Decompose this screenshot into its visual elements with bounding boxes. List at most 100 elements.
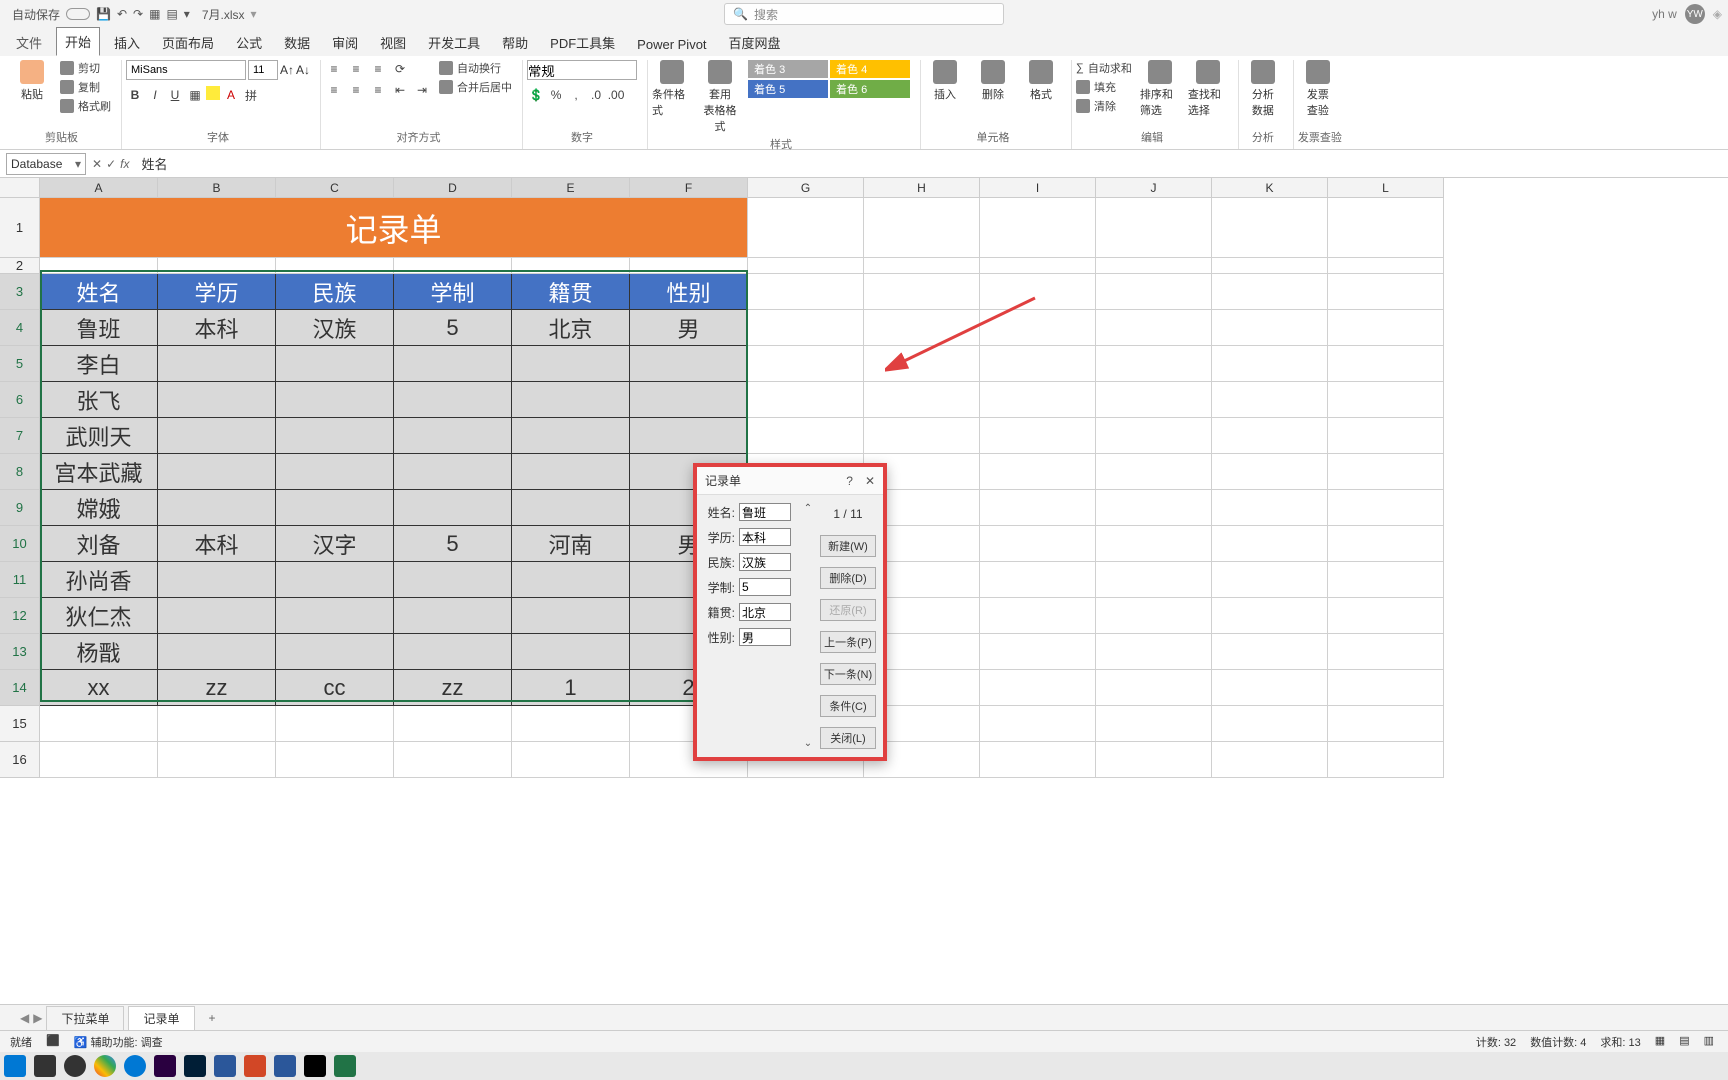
data-cell[interactable]: [394, 490, 512, 526]
cell[interactable]: [980, 526, 1096, 562]
form-input[interactable]: [739, 603, 791, 621]
cell[interactable]: [864, 274, 980, 310]
data-cell[interactable]: [394, 562, 512, 598]
cell[interactable]: [1328, 454, 1444, 490]
bold-icon[interactable]: B: [126, 86, 144, 104]
chrome-icon[interactable]: [94, 1055, 116, 1077]
data-cell[interactable]: 宫本武藏: [40, 454, 158, 490]
data-cell[interactable]: [512, 490, 630, 526]
cell[interactable]: [1212, 742, 1328, 778]
cell[interactable]: [1212, 274, 1328, 310]
row-header-8[interactable]: 8: [0, 454, 40, 490]
fx-icon[interactable]: fx: [120, 157, 129, 171]
cell[interactable]: [630, 258, 748, 274]
redo-icon[interactable]: ↷: [133, 7, 143, 21]
wrap-button[interactable]: 自动换行: [439, 60, 512, 76]
cell[interactable]: [1096, 274, 1212, 310]
data-cell[interactable]: 汉族: [276, 310, 394, 346]
cell[interactable]: [980, 490, 1096, 526]
data-cell[interactable]: [158, 454, 276, 490]
cell[interactable]: [1212, 490, 1328, 526]
form-input[interactable]: [739, 503, 791, 521]
cell[interactable]: [1328, 310, 1444, 346]
merge-button[interactable]: 合并后居中: [439, 79, 512, 95]
data-cell[interactable]: 武则天: [40, 418, 158, 454]
cell[interactable]: [864, 198, 980, 258]
enter-icon[interactable]: ✓: [106, 157, 116, 171]
data-cell[interactable]: [276, 490, 394, 526]
autosum[interactable]: ∑自动求和: [1076, 60, 1132, 76]
tab-home[interactable]: 开始: [56, 27, 100, 56]
sheet-nav-next[interactable]: ▶: [33, 1011, 42, 1025]
tab-data[interactable]: 数据: [276, 29, 318, 56]
col-header-D[interactable]: D: [394, 178, 512, 198]
cell[interactable]: [1212, 382, 1328, 418]
close-button[interactable]: 关闭(L): [820, 727, 876, 749]
row-header-11[interactable]: 11: [0, 562, 40, 598]
cell[interactable]: [1328, 670, 1444, 706]
data-cell[interactable]: 李白: [40, 346, 158, 382]
cell[interactable]: [1096, 454, 1212, 490]
cell[interactable]: [1212, 598, 1328, 634]
col-header-L[interactable]: L: [1328, 178, 1444, 198]
next-button[interactable]: 下一条(N): [820, 663, 876, 685]
cell[interactable]: [1328, 198, 1444, 258]
cell[interactable]: [980, 274, 1096, 310]
ps-icon[interactable]: [184, 1055, 206, 1077]
cell[interactable]: [1212, 670, 1328, 706]
col-header-I[interactable]: I: [980, 178, 1096, 198]
cell[interactable]: [1096, 706, 1212, 742]
tab-view[interactable]: 视图: [372, 29, 414, 56]
shrink-font-icon[interactable]: A↓: [296, 63, 310, 77]
cut-button[interactable]: 剪切: [60, 60, 111, 76]
data-cell[interactable]: 狄仁杰: [40, 598, 158, 634]
data-cell[interactable]: [158, 562, 276, 598]
row-header-13[interactable]: 13: [0, 634, 40, 670]
word-icon[interactable]: [274, 1055, 296, 1077]
cell[interactable]: [1212, 634, 1328, 670]
cell[interactable]: [980, 382, 1096, 418]
view-page-icon[interactable]: ▤: [1679, 1034, 1689, 1050]
select-all-corner[interactable]: [0, 178, 40, 198]
cell[interactable]: [1212, 562, 1328, 598]
restore-button[interactable]: 还原(R): [820, 599, 876, 621]
cell[interactable]: [1096, 346, 1212, 382]
data-cell[interactable]: cc: [276, 670, 394, 706]
sheet-tab-1[interactable]: 下拉菜单: [46, 1006, 124, 1030]
row-header-1[interactable]: 1: [0, 198, 40, 258]
close-icon[interactable]: ✕: [865, 474, 875, 488]
view-break-icon[interactable]: ▥: [1704, 1034, 1714, 1050]
cell[interactable]: [276, 742, 394, 778]
paste-button[interactable]: 粘贴: [12, 60, 52, 102]
cell[interactable]: [394, 706, 512, 742]
data-cell[interactable]: [276, 562, 394, 598]
data-cell[interactable]: [276, 598, 394, 634]
cell[interactable]: [512, 258, 630, 274]
data-cell[interactable]: [512, 634, 630, 670]
cell[interactable]: [1096, 598, 1212, 634]
delete-button[interactable]: 删除(D): [820, 567, 876, 589]
data-cell[interactable]: [512, 418, 630, 454]
tab-insert[interactable]: 插入: [106, 29, 148, 56]
dialog-scrollbar[interactable]: ⌃⌄: [801, 503, 815, 749]
cell[interactable]: [1212, 346, 1328, 382]
cell[interactable]: [1328, 706, 1444, 742]
row-header-3[interactable]: 3: [0, 274, 40, 310]
tablefmt-button[interactable]: 套用 表格格式: [700, 60, 740, 134]
cell[interactable]: [40, 742, 158, 778]
cell[interactable]: [1096, 310, 1212, 346]
data-cell[interactable]: [158, 490, 276, 526]
cell[interactable]: [512, 742, 630, 778]
col-header-J[interactable]: J: [1096, 178, 1212, 198]
header-cell[interactable]: 姓名: [40, 274, 158, 310]
title-cell[interactable]: 记录单: [40, 198, 748, 258]
cell[interactable]: [1212, 258, 1328, 274]
row-header-9[interactable]: 9: [0, 490, 40, 526]
data-cell[interactable]: 5: [394, 310, 512, 346]
col-header-C[interactable]: C: [276, 178, 394, 198]
cell[interactable]: [1328, 346, 1444, 382]
cell[interactable]: [276, 258, 394, 274]
ppt-icon[interactable]: [244, 1055, 266, 1077]
cell[interactable]: [748, 310, 864, 346]
cell[interactable]: [1096, 742, 1212, 778]
